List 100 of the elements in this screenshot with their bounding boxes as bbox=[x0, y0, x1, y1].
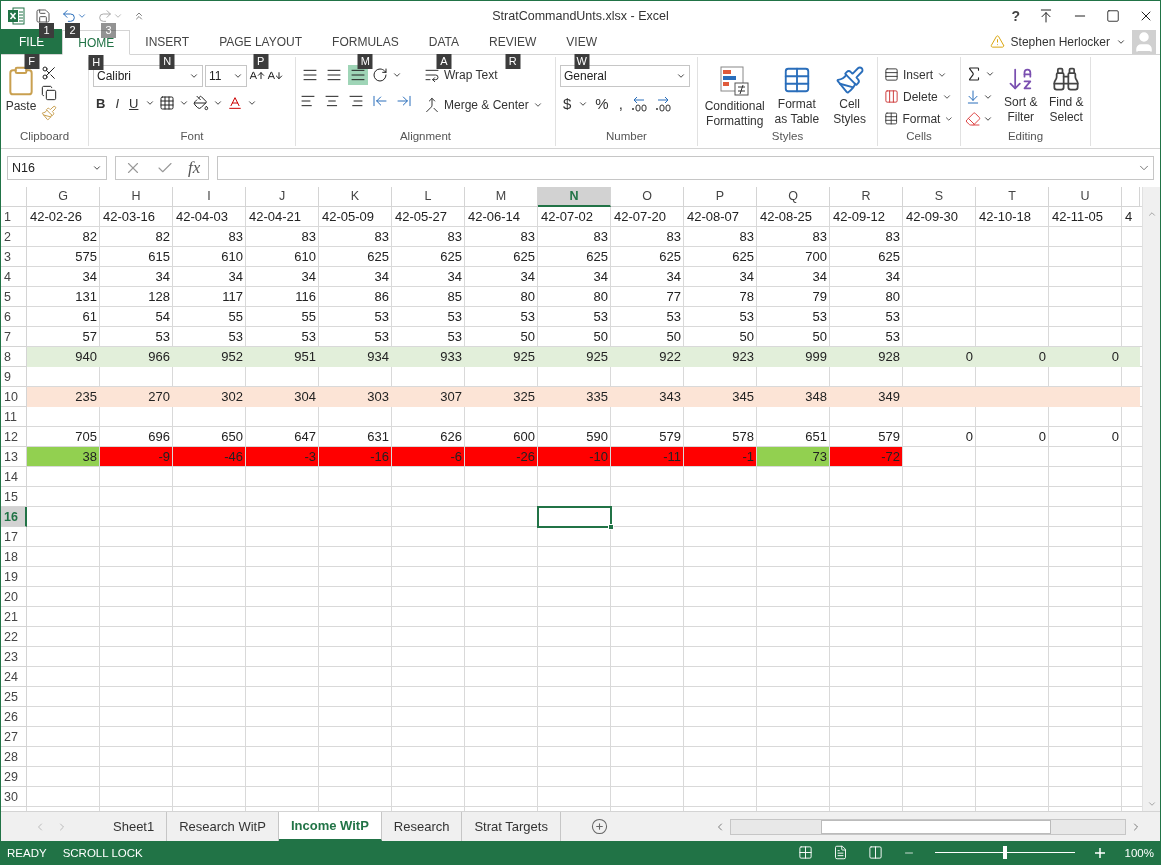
horizontal-scrollbar[interactable] bbox=[730, 818, 1126, 835]
italic-button[interactable]: I bbox=[112, 95, 122, 111]
row-header[interactable]: 11 bbox=[1, 407, 27, 427]
row-header[interactable]: 1 bbox=[1, 207, 27, 227]
font-name-field[interactable]: Calibri bbox=[93, 65, 203, 87]
help-button[interactable]: ? bbox=[1011, 7, 1020, 24]
redo-icon[interactable] bbox=[97, 7, 113, 24]
row-header[interactable]: 26 bbox=[1, 707, 27, 727]
column-header[interactable]: K bbox=[319, 187, 392, 207]
formula-input[interactable] bbox=[217, 156, 1154, 180]
column-header[interactable]: I bbox=[173, 187, 246, 207]
clear-icon[interactable] bbox=[965, 111, 981, 127]
row-header[interactable]: 7 bbox=[1, 327, 27, 347]
row-header[interactable]: 4 bbox=[1, 267, 27, 287]
cells-button[interactable]: Format bbox=[882, 109, 956, 128]
row-header[interactable]: 28 bbox=[1, 747, 27, 767]
column-header[interactable]: N bbox=[538, 187, 611, 207]
column-header[interactable]: M bbox=[465, 187, 538, 207]
borders-icon[interactable] bbox=[159, 95, 176, 111]
row-header[interactable]: 15 bbox=[1, 487, 27, 507]
column-header[interactable]: R bbox=[830, 187, 903, 207]
row-header[interactable]: 24 bbox=[1, 667, 27, 687]
row-header[interactable]: 30 bbox=[1, 787, 27, 807]
column-header[interactable]: L bbox=[392, 187, 465, 207]
insert-cells-icon[interactable] bbox=[884, 67, 899, 82]
row-header[interactable]: 22 bbox=[1, 627, 27, 647]
conditional-formatting-icon[interactable] bbox=[718, 65, 751, 97]
row-header[interactable]: 18 bbox=[1, 547, 27, 567]
ribbon-tab[interactable]: REVIEW bbox=[474, 29, 552, 54]
increase-decimal-icon[interactable] bbox=[629, 95, 650, 112]
row-header[interactable]: 20 bbox=[1, 587, 27, 607]
normal-view-icon[interactable] bbox=[797, 845, 813, 860]
align-center-icon[interactable] bbox=[324, 93, 340, 109]
styles-button[interactable]: Cell Styles bbox=[826, 65, 873, 130]
comma-button[interactable]: , bbox=[615, 95, 626, 112]
number-format-field[interactable]: General bbox=[560, 65, 690, 87]
row-header[interactable]: 12 bbox=[1, 427, 27, 447]
row-header[interactable]: 27 bbox=[1, 727, 27, 747]
styles-button[interactable]: Conditional Formatting bbox=[702, 65, 768, 130]
editing-button[interactable]: Sort & Filter bbox=[1001, 65, 1041, 130]
insert-function-button[interactable]: fx bbox=[188, 158, 201, 178]
column-header[interactable]: S bbox=[903, 187, 976, 207]
zoom-in-icon[interactable] bbox=[1094, 847, 1105, 858]
decrease-indent-icon[interactable] bbox=[372, 93, 388, 109]
page-break-view-icon[interactable] bbox=[867, 845, 883, 860]
increase-indent-icon[interactable] bbox=[396, 93, 412, 109]
merge-center-button[interactable]: Merge & Center bbox=[422, 95, 545, 115]
font-size-field[interactable]: 11 bbox=[205, 65, 247, 87]
page-layout-view-icon[interactable] bbox=[832, 845, 848, 860]
user-name[interactable]: Stephen Herlocker bbox=[1010, 34, 1110, 49]
row-header[interactable]: 16 bbox=[1, 507, 27, 527]
merge-icon[interactable] bbox=[424, 97, 440, 113]
underline-button[interactable]: U bbox=[126, 95, 142, 111]
middle-align-icon[interactable] bbox=[326, 67, 342, 83]
column-header[interactable]: P bbox=[684, 187, 757, 207]
ribbon-tab[interactable]: FORMULAS bbox=[317, 29, 414, 54]
save-icon[interactable] bbox=[35, 7, 51, 24]
sheet-tab[interactable]: Income WitP bbox=[278, 812, 382, 841]
fill-icon[interactable] bbox=[965, 89, 981, 105]
zoom-thumb[interactable] bbox=[1002, 846, 1007, 859]
delete-cells-icon[interactable] bbox=[884, 89, 899, 104]
binoculars-icon[interactable] bbox=[1052, 65, 1081, 93]
fill-color-icon[interactable] bbox=[193, 95, 210, 111]
row-header[interactable]: 14 bbox=[1, 467, 27, 487]
active-cell[interactable] bbox=[537, 506, 612, 528]
wrap-text-icon[interactable] bbox=[424, 67, 440, 83]
ribbon-display-icon[interactable] bbox=[1038, 7, 1054, 24]
ribbon-tab[interactable]: INSERT bbox=[130, 29, 205, 54]
column-header[interactable]: Q bbox=[757, 187, 830, 207]
row-header[interactable]: 25 bbox=[1, 687, 27, 707]
percent-button[interactable]: % bbox=[592, 95, 612, 112]
name-box[interactable]: N16 bbox=[7, 156, 107, 180]
row-header[interactable]: 6 bbox=[1, 307, 27, 327]
ribbon-tab[interactable]: PAGE LAYOUT bbox=[204, 29, 318, 54]
decrease-decimal-icon[interactable] bbox=[653, 95, 674, 112]
font-color-icon[interactable] bbox=[227, 95, 244, 111]
row-header[interactable]: 17 bbox=[1, 527, 27, 547]
row-header[interactable]: 10 bbox=[1, 387, 27, 407]
align-left-icon[interactable] bbox=[300, 93, 316, 109]
column-header[interactable]: O bbox=[611, 187, 684, 207]
row-header[interactable]: 23 bbox=[1, 647, 27, 667]
add-sheet-icon[interactable] bbox=[590, 818, 608, 835]
row-header[interactable]: 2 bbox=[1, 227, 27, 247]
row-header[interactable]: 5 bbox=[1, 287, 27, 307]
orientation-icon[interactable] bbox=[372, 67, 388, 83]
row-header[interactable]: 21 bbox=[1, 607, 27, 627]
row-header[interactable]: 13 bbox=[1, 447, 27, 467]
ribbon-tab[interactable]: DATA bbox=[413, 29, 474, 54]
maximize-icon[interactable] bbox=[1106, 8, 1120, 23]
bold-button[interactable]: B bbox=[93, 95, 109, 111]
column-header[interactable]: U bbox=[1049, 187, 1122, 207]
fill-handle[interactable] bbox=[608, 524, 614, 530]
align-right-icon[interactable] bbox=[348, 93, 364, 109]
bottom-align-icon[interactable] bbox=[350, 67, 366, 83]
editing-button[interactable]: Find & Select bbox=[1046, 65, 1086, 130]
styles-button[interactable]: Format as Table bbox=[773, 65, 821, 130]
row-header[interactable]: 29 bbox=[1, 767, 27, 787]
cells-button[interactable]: Delete bbox=[882, 87, 956, 106]
paintbrush-icon[interactable] bbox=[834, 65, 865, 95]
column-header[interactable]: G bbox=[27, 187, 100, 207]
